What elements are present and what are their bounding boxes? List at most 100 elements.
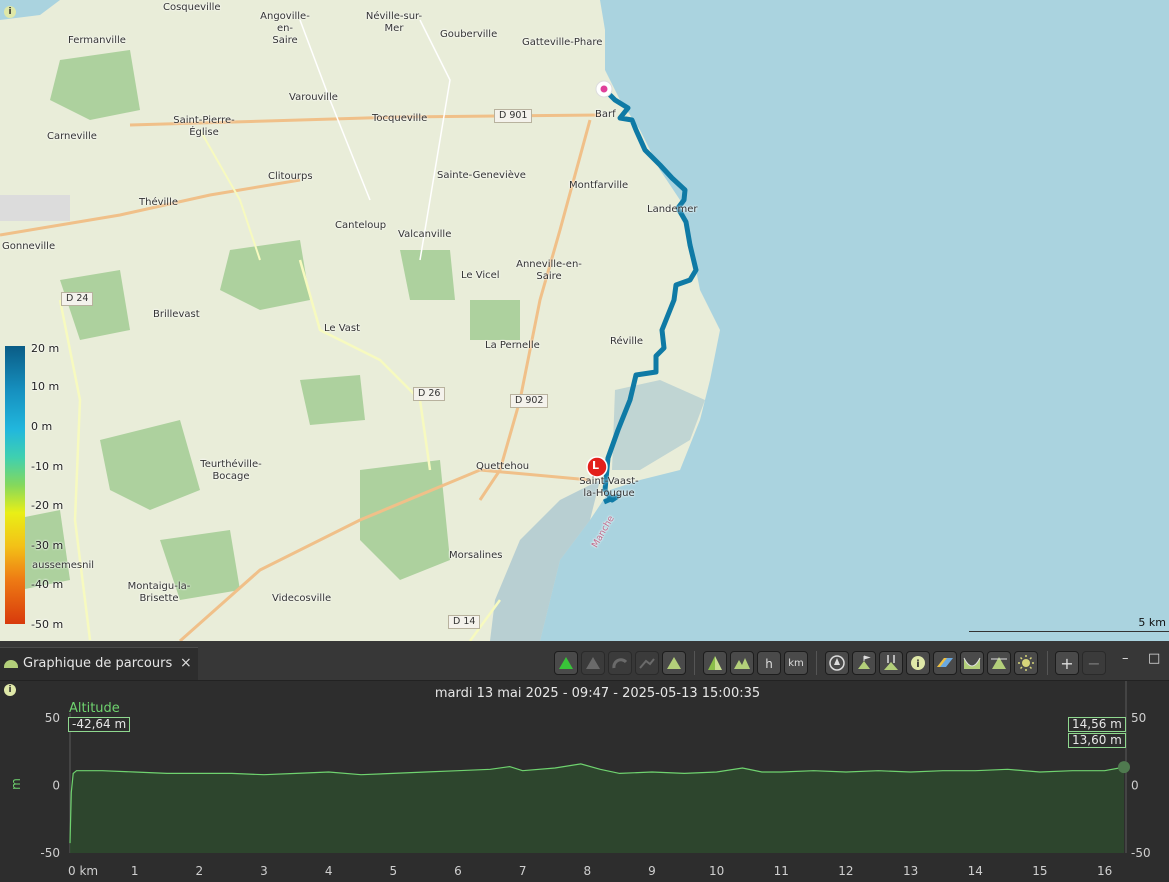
x-tick-label: 8: [583, 864, 591, 878]
right-value-current: 13,60 m: [1068, 733, 1126, 748]
pause-markers-icon[interactable]: [879, 651, 903, 675]
altitude-chart[interactable]: 50 0 -50 50 0 -50 0 km 1 2 3 4 5 6 7 8 9 10 11 12 13 14 15 16 …: [0, 681, 1169, 882]
current-position-marker: [1118, 761, 1130, 774]
x-tick-label: 15: [1032, 864, 1047, 878]
place-label: Sainte-Geneviève: [437, 170, 526, 181]
sun-icon[interactable]: [1014, 651, 1038, 675]
zoom-in-icon[interactable]: +: [1055, 651, 1079, 675]
x-tick-label: 4: [325, 864, 333, 878]
place-label: Montfarville: [569, 180, 629, 191]
svg-text:i: i: [916, 659, 919, 670]
altitude-color-legend: [5, 346, 25, 624]
place-label: Réville: [610, 336, 644, 347]
place-label: Canteloup: [335, 220, 387, 231]
x-tick-label: 3: [260, 864, 268, 878]
airport-area: [0, 195, 70, 221]
road-label: D 24: [61, 292, 94, 306]
end-marker-letter: L: [592, 459, 600, 472]
chart-title: mardi 13 mai 2025 - 09:47 - 2025-05-13 1…: [434, 686, 761, 701]
place-label: Valcanville: [398, 229, 452, 240]
legend-label: -20 m: [31, 499, 64, 512]
distance-axis-icon[interactable]: km: [784, 651, 808, 675]
series-name: Altitude: [69, 701, 120, 716]
map-scale-bar: 5 km: [969, 616, 1169, 632]
place-label: Landemer: [647, 204, 698, 215]
close-tab-button[interactable]: ×: [180, 648, 192, 679]
compare-profile-icon[interactable]: [703, 651, 727, 675]
center-map-icon[interactable]: [825, 651, 849, 675]
y-tick-right: 0: [1131, 779, 1139, 793]
panel-tab-bar: Graphique de parcours × h km i + − – □: [0, 641, 1169, 681]
place-label: Tocqueville: [372, 113, 428, 124]
map-view[interactable]: i Cosqueville Angoville-en- Saire Névill…: [0, 0, 1169, 641]
place-label: Le Vicel: [461, 270, 500, 281]
place-label: Saint-Pierre- Église: [173, 115, 235, 138]
speed-graph-icon[interactable]: [608, 651, 632, 675]
x-tick-label: 5: [389, 864, 397, 878]
legend-label: 10 m: [31, 380, 60, 393]
min-altitude-icon[interactable]: [960, 651, 984, 675]
altitude-alt-icon[interactable]: [662, 651, 686, 675]
y-tick-right: -50: [1131, 846, 1151, 860]
right-value-max: 14,56 m: [1068, 717, 1126, 732]
place-label: Quettehou: [476, 461, 530, 472]
road-label: D 26: [413, 387, 446, 401]
place-label: Néville-sur- Mer: [365, 11, 423, 34]
time-axis-label: h: [765, 657, 773, 671]
legend-label: -40 m: [31, 578, 64, 591]
minimize-panel-button[interactable]: –: [1122, 651, 1129, 666]
start-flag-icon[interactable]: [852, 651, 876, 675]
place-label: Gonneville: [2, 241, 56, 252]
map-info-icon[interactable]: i: [4, 6, 16, 18]
multi-peak-icon[interactable]: [730, 651, 754, 675]
road-label: D 14: [448, 615, 481, 629]
y-axis-unit: m: [8, 778, 23, 790]
tab-track-graph[interactable]: Graphique de parcours ×: [0, 647, 198, 680]
pace-graph-icon[interactable]: [635, 651, 659, 675]
altitude-area: [70, 763, 1124, 853]
zoom-in-label: +: [1060, 654, 1074, 673]
place-label: Gatteville-Phare: [522, 37, 603, 48]
x-tick-label: 10: [709, 864, 724, 878]
zoom-out-label: −: [1087, 654, 1101, 673]
x-tick-label: 11: [774, 864, 789, 878]
track-graph-panel: Graphique de parcours × h km i + − – □ 5…: [0, 641, 1169, 882]
y-tick-right: 50: [1131, 711, 1146, 725]
place-label: Théville: [139, 197, 179, 208]
sea-area: [540, 0, 1169, 641]
place-label: Montaigu-la- Brisette: [127, 581, 191, 604]
chart-svg[interactable]: 500-50500-500 km 1 2 3 4 5 6 7 8 9 10 11 12 13 14 15 16: [0, 681, 1169, 882]
cursor-value: -42,64 m: [68, 717, 131, 732]
x-tick-label: 13: [903, 864, 918, 878]
road-label: D 902: [510, 394, 549, 408]
place-label: Carneville: [47, 131, 97, 142]
place-label: La Pernelle: [485, 340, 540, 351]
place-label: Angoville-en- Saire: [260, 11, 310, 46]
altitude-graph-icon[interactable]: [554, 651, 578, 675]
legend-label: 20 m: [31, 342, 60, 355]
place-label: Teurthéville- Bocage: [200, 459, 262, 482]
y-tick-left: 0: [52, 779, 60, 793]
place-label: Morsalines: [449, 550, 503, 561]
distance-axis-label: km: [788, 658, 804, 669]
place-label: Barf: [595, 109, 616, 120]
zoom-out-icon[interactable]: −: [1082, 651, 1106, 675]
maximize-panel-button[interactable]: □: [1148, 651, 1160, 666]
info-icon[interactable]: i: [906, 651, 930, 675]
x-tick-label: 14: [968, 864, 983, 878]
x-tick-label: 2: [196, 864, 204, 878]
place-label: Videcosville: [272, 593, 332, 604]
x-tick-label: 6: [454, 864, 462, 878]
max-altitude-icon[interactable]: [987, 651, 1011, 675]
x-tick-label: 7: [519, 864, 527, 878]
time-axis-icon[interactable]: h: [757, 651, 781, 675]
x-tick-label: 1: [131, 864, 139, 878]
tab-label: Graphique de parcours: [23, 656, 173, 671]
place-label: Clitourps: [268, 171, 313, 182]
place-label: Varouville: [289, 92, 338, 103]
scale-label: 5 km: [1138, 616, 1166, 629]
highlight-segment-icon[interactable]: [933, 651, 957, 675]
slope-graph-icon[interactable]: [581, 651, 605, 675]
place-label: Le Vast: [324, 323, 361, 334]
legend-label: 0 m: [31, 420, 53, 433]
